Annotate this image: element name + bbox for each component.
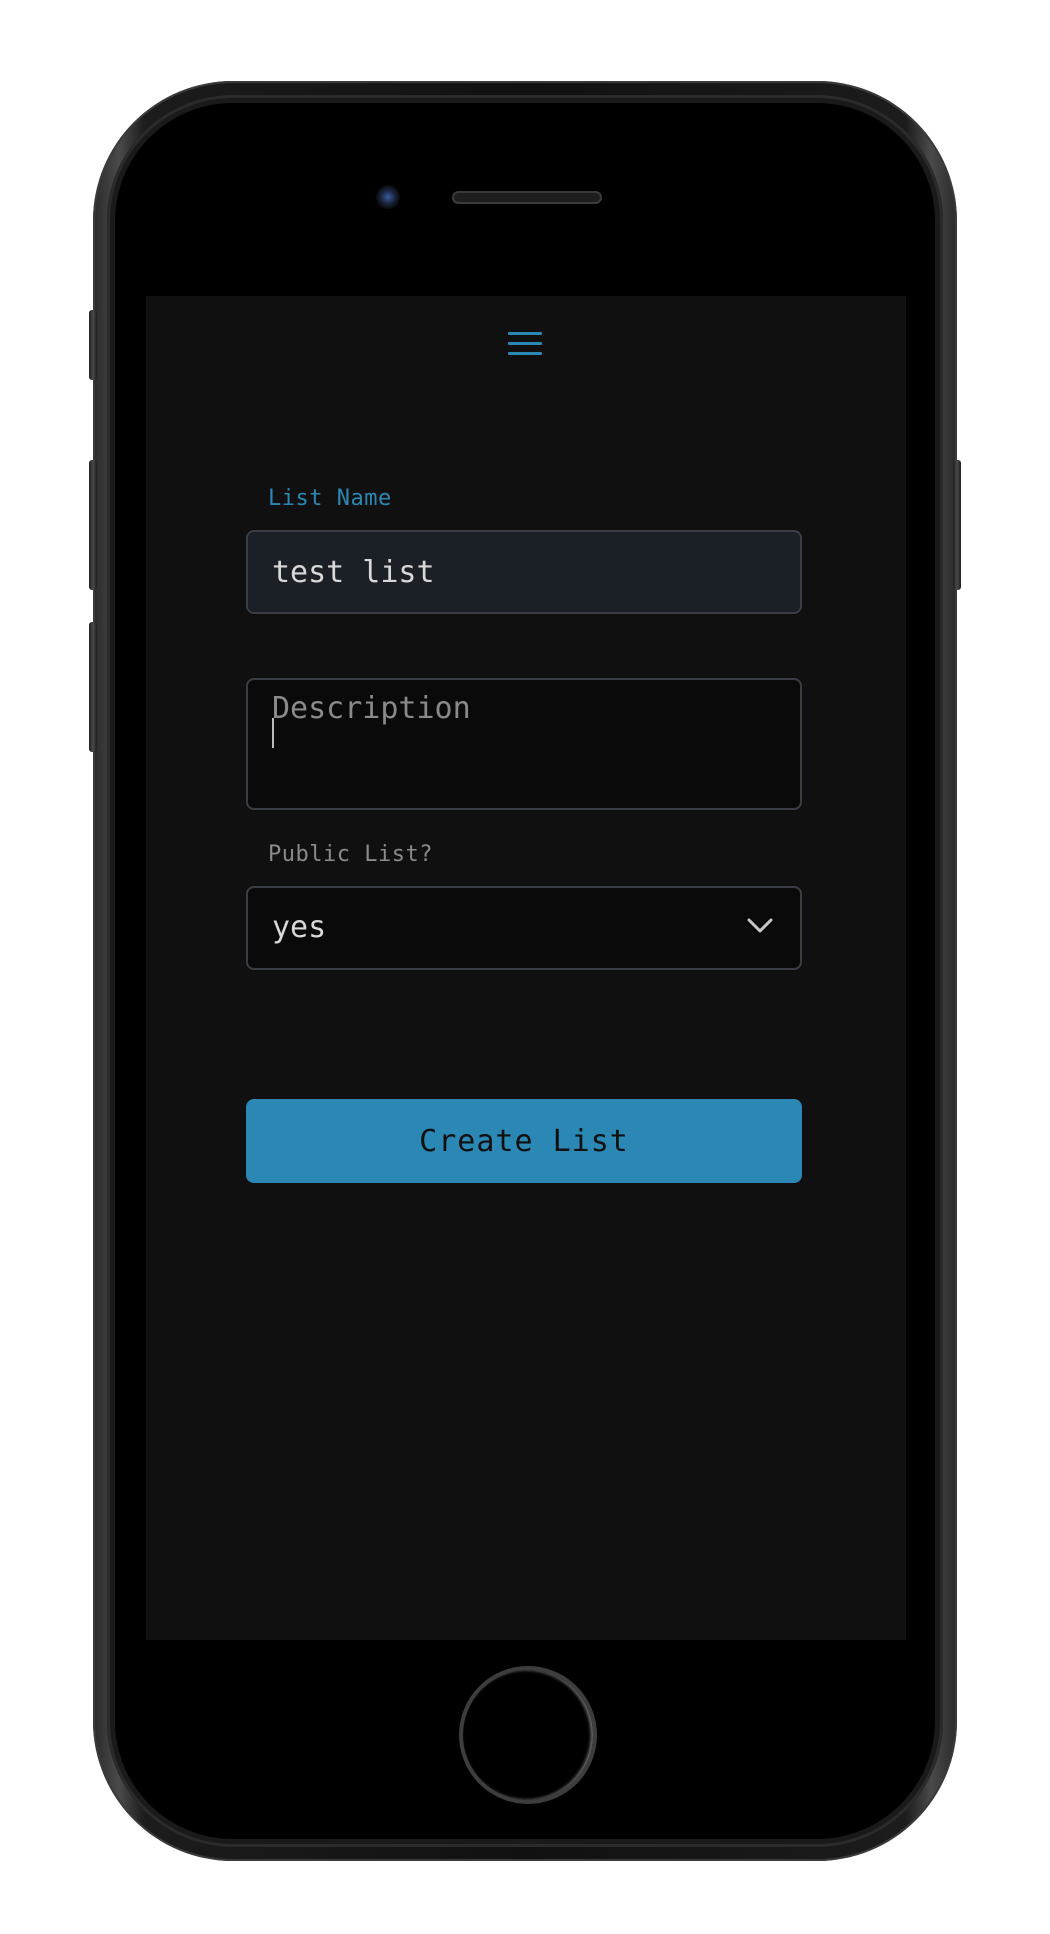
earpiece-speaker [452,191,602,204]
list-name-label: List Name [268,486,392,511]
hamburger-menu-icon[interactable] [508,332,542,362]
list-name-input[interactable] [246,530,802,614]
mute-switch [89,310,97,380]
chevron-down-icon [747,918,773,933]
app-screen: List Name Public List? yes Create List [146,296,906,1640]
public-list-label: Public List? [268,842,433,867]
text-cursor [272,718,274,748]
public-list-select[interactable]: yes [246,886,802,970]
create-list-button[interactable]: Create List [246,1099,802,1183]
home-button[interactable] [459,1666,597,1804]
description-input[interactable] [246,678,802,810]
volume-up-button [89,460,97,590]
public-list-selected-value: yes [272,910,327,945]
front-camera [376,185,400,209]
power-button [953,460,961,590]
volume-down-button [89,622,97,752]
